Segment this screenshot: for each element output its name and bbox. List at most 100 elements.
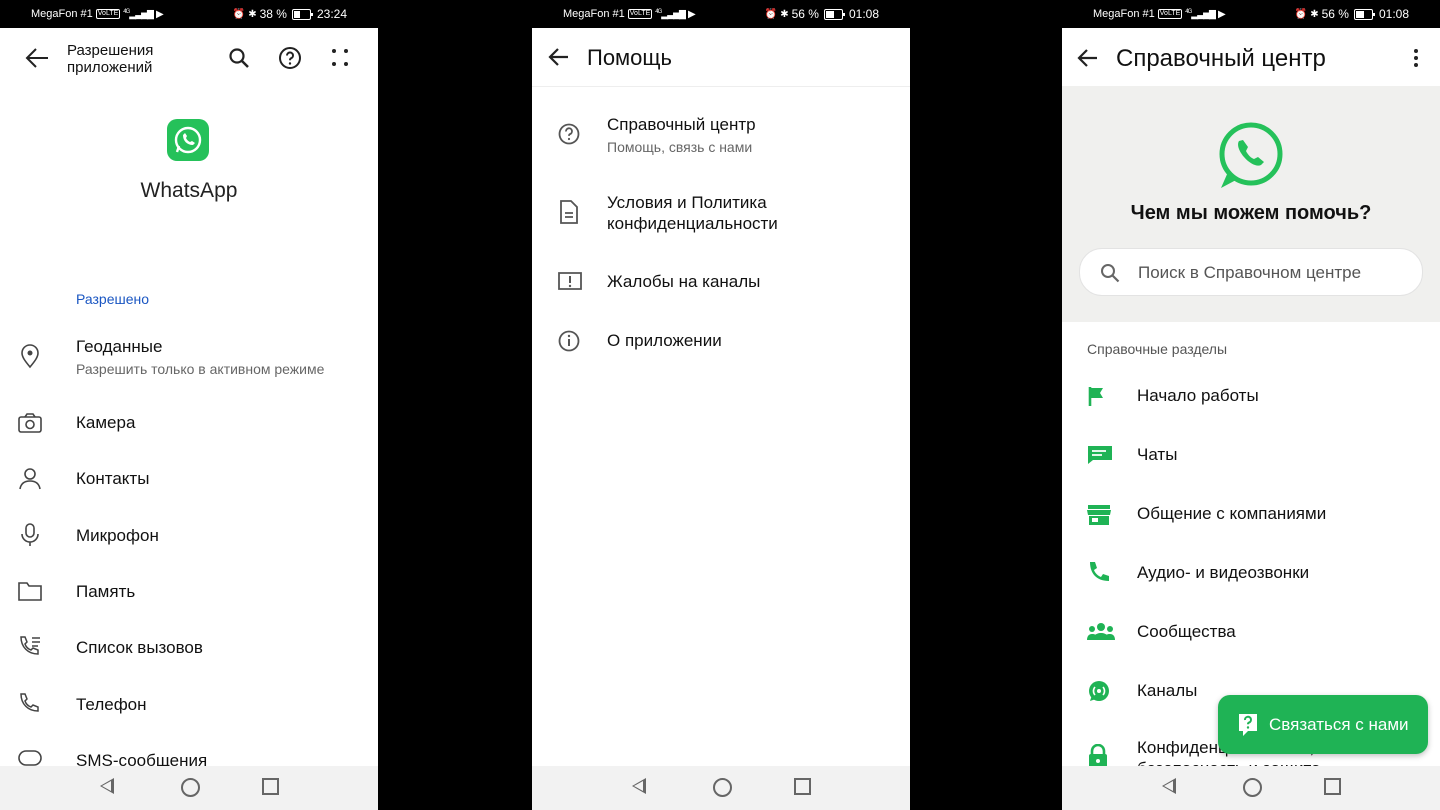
nav-home-icon[interactable]: [1243, 778, 1262, 797]
help-search-input[interactable]: Поиск в Справочном центре: [1079, 248, 1423, 296]
report-icon: [558, 272, 582, 290]
menu-item-title: Жалобы на каналы: [607, 272, 761, 291]
call-log-icon: [20, 636, 40, 655]
status-bar: MegaFon #1 VoLTE 4G▂▃▅▇ ▶ ⏰ ✱ 56 % 01:08: [532, 0, 910, 28]
person-icon: [19, 468, 41, 490]
nav-recents-icon[interactable]: [1324, 778, 1341, 795]
topic-title: Чаты: [1137, 445, 1178, 464]
clock: 23:24: [316, 7, 347, 21]
whatsapp-logo-icon: [1219, 122, 1283, 188]
nav-recents-icon[interactable]: [794, 778, 811, 795]
signal-icon: 4G▂▃▅▇: [123, 8, 154, 19]
volte-badge: VoLTE: [1157, 9, 1183, 19]
permission-item-microphone[interactable]: Микрофон: [0, 523, 378, 552]
section-allowed-heading: Разрешено: [76, 291, 150, 307]
permission-title: Камера: [76, 413, 136, 432]
volte-badge: VoLTE: [95, 9, 121, 19]
question-bubble-icon: [1239, 714, 1257, 736]
permission-item-location[interactable]: Геоданные Разрешить только в активном ре…: [0, 337, 378, 385]
permission-item-camera[interactable]: Камера: [0, 413, 378, 439]
signal-icon: 4G▂▃▅▇: [1185, 8, 1216, 19]
help-circle-icon: [558, 123, 580, 145]
contact-us-label: Связаться с нами: [1269, 715, 1409, 734]
topic-business[interactable]: Общение с компаниями: [1062, 504, 1440, 528]
nav-home-icon[interactable]: [713, 778, 732, 797]
topic-chats[interactable]: Чаты: [1062, 445, 1440, 469]
menu-item-channel-reports[interactable]: Жалобы на каналы: [532, 271, 910, 295]
back-arrow-icon[interactable]: [548, 47, 570, 67]
phone-screen-help: MegaFon #1 VoLTE 4G▂▃▅▇ ▶ ⏰ ✱ 56 % 01:08…: [532, 0, 910, 810]
info-icon: [558, 330, 580, 352]
help-icon[interactable]: [278, 46, 302, 70]
page-title: Справочный центр: [1116, 45, 1326, 72]
topic-title: Каналы: [1137, 681, 1198, 700]
signal-icon: 4G▂▃▅▇: [655, 8, 686, 19]
section-heading: Справочные разделы: [1087, 341, 1228, 357]
battery-percent: 56 %: [791, 7, 819, 21]
permission-item-call-log[interactable]: Список вызовов: [0, 636, 378, 664]
battery-icon: [1353, 8, 1375, 20]
permission-title: Список вызовов: [76, 638, 203, 657]
whatsapp-logo-icon: [174, 126, 202, 154]
phone-icon: [20, 693, 39, 712]
alarm-icon: ⏰: [232, 8, 246, 20]
status-bar: MegaFon #1 VoLTE 4G▂▃▅▇ ▶ ⏰ ✱ 56 % 01:08: [1062, 0, 1440, 28]
help-question: Чем мы можем помочь?: [1130, 202, 1372, 224]
nav-back-icon[interactable]: [632, 778, 646, 794]
page-title-line1: Разрешения: [67, 42, 154, 59]
topic-communities[interactable]: Сообщества: [1062, 622, 1440, 646]
permission-item-phone[interactable]: Телефон: [0, 693, 378, 721]
phone-screen-permissions: MegaFon #1 VoLTE 4G▂▃▅▇ ▶ ⏰ ✱ 38 % 23:24…: [0, 0, 378, 810]
bluetooth-icon: ✱: [248, 8, 257, 20]
nav-home-icon[interactable]: [181, 778, 200, 797]
menu-item-terms-privacy[interactable]: Условия и Политика конфиденциальности: [532, 192, 910, 236]
menu-item-title-line2: конфиденциальности: [607, 214, 778, 233]
topic-title: Сообщества: [1137, 622, 1236, 641]
menu-item-about[interactable]: О приложении: [532, 330, 910, 354]
system-nav-bar: [0, 766, 378, 810]
permission-title: Контакты: [76, 469, 150, 488]
more-vert-icon[interactable]: [1412, 48, 1420, 68]
menu-item-title-line1: Условия и Политика: [607, 193, 767, 212]
status-bar: MegaFon #1 VoLTE 4G▂▃▅▇ ▶ ⏰ ✱ 38 % 23:24: [0, 0, 378, 28]
app-name: WhatsApp: [140, 179, 238, 202]
nav-back-icon[interactable]: [100, 778, 114, 794]
search-icon: [1101, 264, 1120, 283]
menu-item-title: О приложении: [607, 331, 722, 350]
clock: 01:08: [848, 7, 879, 21]
store-icon: [1087, 505, 1111, 525]
nav-recents-icon[interactable]: [262, 778, 279, 795]
nav-back-icon[interactable]: [1162, 778, 1176, 794]
permission-title: Геоданные: [76, 337, 163, 356]
menu-item-title: Справочный центр: [607, 115, 756, 134]
network-type: 4G: [1185, 8, 1192, 15]
document-icon: [560, 200, 578, 224]
permission-item-storage[interactable]: Память: [0, 582, 378, 608]
topic-getting-started[interactable]: Начало работы: [1062, 386, 1440, 410]
clock: 01:08: [1378, 7, 1409, 21]
microphone-icon: [21, 523, 39, 546]
bluetooth-icon: ✱: [1310, 8, 1319, 20]
back-arrow-icon[interactable]: [1077, 48, 1099, 68]
permission-item-contacts[interactable]: Контакты: [0, 468, 378, 495]
search-icon[interactable]: [228, 47, 250, 69]
search-placeholder: Поиск в Справочном центре: [1138, 263, 1362, 282]
more-options-icon[interactable]: [330, 48, 350, 68]
page-title: Помощь: [587, 45, 672, 70]
back-arrow-icon[interactable]: [24, 46, 50, 70]
network-type: 4G: [123, 8, 130, 15]
channel-icon: [1089, 681, 1109, 701]
page-title: Разрешения приложений: [67, 42, 153, 76]
menu-item-help-center[interactable]: Справочный центр Помощь, связь с нами: [532, 114, 910, 164]
permission-subtitle: Разрешить только в активном режиме: [76, 361, 325, 377]
folder-icon: [18, 582, 42, 601]
contact-us-button[interactable]: Связаться с нами: [1218, 695, 1428, 754]
topic-title: Общение с компаниями: [1137, 504, 1327, 523]
network-type: 4G: [655, 8, 662, 15]
topic-calls[interactable]: Аудио- и видеозвонки: [1062, 562, 1440, 587]
help-hero: Чем мы можем помочь? Поиск в Справочном …: [1062, 86, 1440, 322]
carrier: MegaFon #1: [31, 8, 93, 20]
alarm-icon: ⏰: [764, 8, 778, 20]
volte-badge: VoLTE: [627, 9, 653, 19]
bluetooth-icon: ✱: [780, 8, 789, 20]
